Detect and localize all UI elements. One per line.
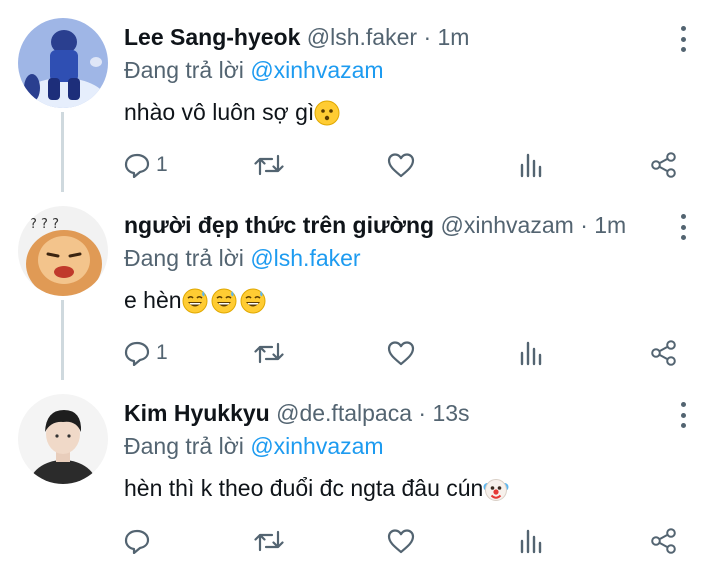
tweet-text-content: nhào vô luôn sợ gì bbox=[124, 99, 315, 125]
like-button[interactable] bbox=[387, 336, 415, 370]
sweat-smile-emoji bbox=[182, 288, 208, 313]
tweet[interactable]: Lee Sang-hyeok @lsh.faker · 1m Đang trả … bbox=[0, 0, 720, 188]
like-icon bbox=[387, 153, 415, 178]
replying-to: Đang trả lời @lsh.faker bbox=[124, 245, 361, 272]
like-icon bbox=[387, 529, 415, 554]
tweet-text: e hèn bbox=[124, 287, 266, 314]
display-name[interactable]: người đẹp thức trên giường bbox=[124, 212, 434, 238]
retweet-button[interactable] bbox=[254, 524, 284, 558]
tweet-text: hèn thì k theo đuổi đc ngta đâu cún bbox=[124, 475, 509, 502]
timestamp[interactable]: 1m bbox=[438, 24, 470, 50]
share-button[interactable] bbox=[650, 148, 678, 182]
retweet-button[interactable] bbox=[254, 148, 284, 182]
tweet-header: Lee Sang-hyeok @lsh.faker · 1m bbox=[124, 24, 469, 51]
views-icon bbox=[520, 341, 542, 366]
replying-to-label: Đang trả lời bbox=[124, 245, 244, 271]
timestamp[interactable]: 1m bbox=[594, 212, 626, 238]
mention-link[interactable]: @xinhvazam bbox=[250, 433, 383, 459]
share-button[interactable] bbox=[650, 336, 678, 370]
display-name[interactable]: Kim Hyukkyu bbox=[124, 400, 270, 426]
sweat-smile-emoji bbox=[211, 288, 237, 313]
reply-icon bbox=[124, 529, 150, 554]
clown-face-emoji bbox=[483, 478, 509, 501]
tweet-header: Kim Hyukkyu @de.ftalpaca · 13s bbox=[124, 400, 470, 427]
like-button[interactable] bbox=[387, 524, 415, 558]
tweet-actions: 1 bbox=[0, 148, 720, 182]
reply-count: 1 bbox=[156, 341, 168, 364]
replying-to-label: Đang trả lời bbox=[124, 57, 244, 83]
reply-thread: Lee Sang-hyeok @lsh.faker · 1m Đang trả … bbox=[0, 0, 720, 565]
separator: · bbox=[580, 212, 588, 238]
username[interactable]: @de.ftalpaca bbox=[276, 400, 412, 426]
reply-icon bbox=[124, 341, 150, 366]
views-button[interactable] bbox=[518, 148, 544, 182]
timestamp[interactable]: 13s bbox=[432, 400, 469, 426]
tweet-text-content: e hèn bbox=[124, 287, 182, 313]
more-icon[interactable] bbox=[674, 402, 692, 428]
mention-link[interactable]: @lsh.faker bbox=[250, 245, 360, 271]
share-icon bbox=[651, 152, 676, 178]
tweet-text-content: hèn thì k theo đuổi đc ngta đâu cún bbox=[124, 475, 484, 501]
retweet-button[interactable] bbox=[254, 336, 284, 370]
avatar[interactable] bbox=[18, 394, 108, 484]
reply-button[interactable]: 1 bbox=[124, 336, 168, 370]
retweet-icon bbox=[254, 342, 284, 364]
reply-button[interactable] bbox=[124, 524, 156, 558]
views-icon bbox=[520, 529, 542, 554]
like-button[interactable] bbox=[387, 148, 415, 182]
tweet[interactable]: ? ? ? người đẹp thức trên giường @xinhva… bbox=[0, 188, 720, 376]
views-button[interactable] bbox=[518, 524, 544, 558]
share-button[interactable] bbox=[650, 524, 678, 558]
username[interactable]: @xinhvazam bbox=[441, 212, 574, 238]
replying-to-label: Đang trả lời bbox=[124, 433, 244, 459]
share-icon bbox=[651, 528, 676, 554]
separator: · bbox=[423, 24, 432, 50]
display-name[interactable]: Lee Sang-hyeok bbox=[124, 24, 300, 50]
tweet[interactable]: Kim Hyukkyu @de.ftalpaca · 13s Đang trả … bbox=[0, 376, 720, 564]
svg-text:? ? ?: ? ? ? bbox=[30, 217, 59, 232]
retweet-icon bbox=[254, 530, 284, 552]
username[interactable]: @lsh.faker bbox=[307, 24, 417, 50]
retweet-icon bbox=[254, 154, 284, 176]
sweat-smile-emoji bbox=[240, 288, 266, 313]
mention-link[interactable]: @xinhvazam bbox=[250, 57, 383, 83]
reply-button[interactable]: 1 bbox=[124, 148, 168, 182]
views-button[interactable] bbox=[518, 336, 544, 370]
tweet-actions: 1 bbox=[0, 336, 720, 370]
separator: · bbox=[418, 400, 427, 426]
tweet-actions bbox=[0, 524, 720, 558]
more-icon[interactable] bbox=[674, 214, 692, 240]
replying-to: Đang trả lời @xinhvazam bbox=[124, 57, 384, 84]
more-icon[interactable] bbox=[674, 26, 692, 52]
avatar[interactable]: ? ? ? bbox=[18, 206, 108, 296]
replying-to: Đang trả lời @xinhvazam bbox=[124, 433, 384, 460]
tweet-header: người đẹp thức trên giường @xinhvazam · … bbox=[124, 212, 626, 239]
views-icon bbox=[520, 153, 542, 178]
reply-count: 1 bbox=[156, 153, 168, 176]
share-icon bbox=[651, 340, 676, 366]
neutral-face-emoji bbox=[314, 100, 340, 125]
tweet-text: nhào vô luôn sợ gì bbox=[124, 99, 340, 126]
reply-icon bbox=[124, 153, 150, 178]
avatar[interactable] bbox=[18, 18, 108, 108]
like-icon bbox=[387, 341, 415, 366]
